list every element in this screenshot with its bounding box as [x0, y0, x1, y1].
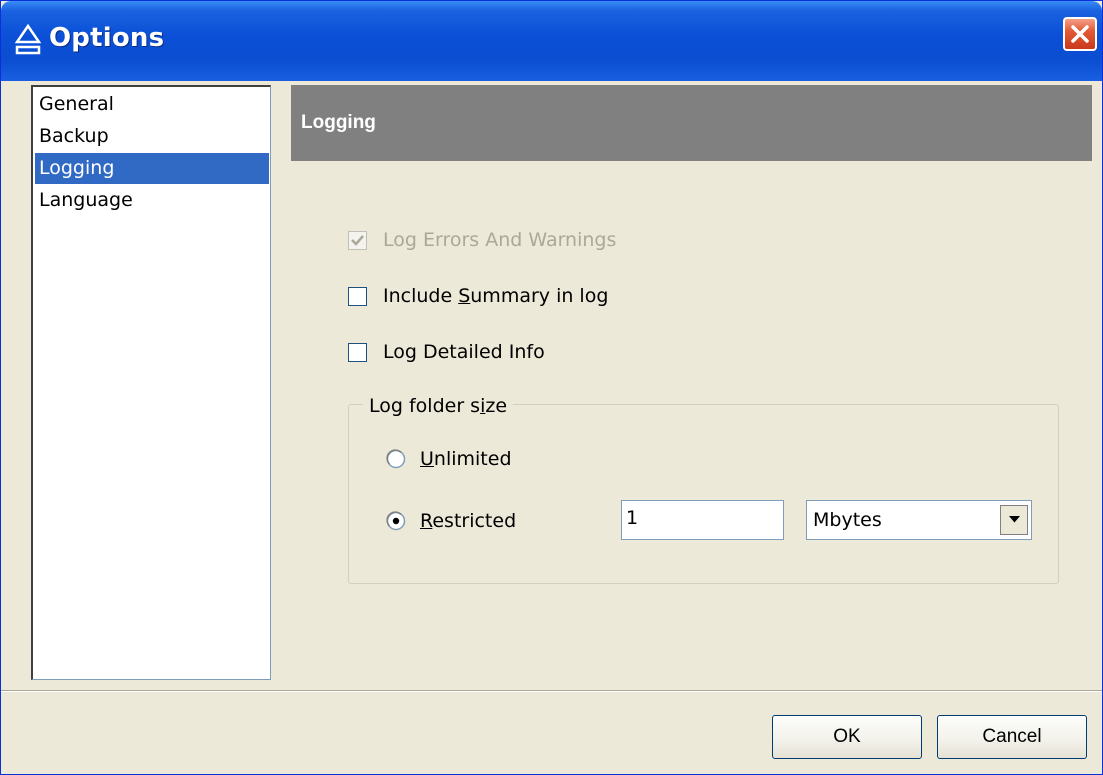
options-dialog: Options General Backup Logging Language … [0, 0, 1103, 775]
nav-item-logging[interactable]: Logging [35, 153, 269, 184]
group-legend: Log folder size [363, 395, 514, 417]
nav-item-backup[interactable]: Backup [35, 121, 269, 152]
nav-item-language[interactable]: Language [35, 185, 269, 216]
radio-unselected-icon[interactable] [386, 449, 406, 469]
dropdown-button[interactable] [1000, 505, 1028, 535]
nav-item-general[interactable]: General [35, 89, 269, 120]
log-size-input[interactable]: 1 [621, 500, 784, 540]
checkbox-label[interactable]: Include Summary in log [383, 285, 608, 307]
window-title: Options [49, 23, 165, 53]
close-button[interactable] [1063, 17, 1097, 51]
size-unit-dropdown[interactable]: Mbytes [806, 500, 1032, 540]
cancel-button[interactable]: Cancel [937, 715, 1087, 759]
checkbox-box[interactable] [348, 343, 367, 362]
panel-header: Logging [291, 85, 1092, 161]
radio-selected-icon[interactable] [386, 511, 406, 531]
options-category-list[interactable]: General Backup Logging Language [31, 85, 271, 680]
log-folder-size-group [348, 404, 1059, 584]
checkbox-box[interactable] [348, 287, 367, 306]
panel-title: Logging [301, 112, 376, 133]
radio-label[interactable]: Unlimited [420, 448, 512, 470]
title-bar[interactable]: Options [1, 1, 1102, 81]
checkmark-icon [351, 235, 364, 246]
button-separator [1, 690, 1102, 692]
checkbox-label[interactable]: Log Detailed Info [383, 341, 545, 363]
radio-label[interactable]: Restricted [420, 510, 516, 532]
checkbox-box [348, 231, 367, 250]
size-unit-value: Mbytes [813, 509, 882, 531]
close-icon [1071, 25, 1089, 43]
ok-button[interactable]: OK [772, 715, 922, 759]
checkbox-label: Log Errors And Warnings [383, 229, 617, 251]
chevron-down-icon [1009, 516, 1020, 523]
eject-icon [15, 23, 41, 55]
